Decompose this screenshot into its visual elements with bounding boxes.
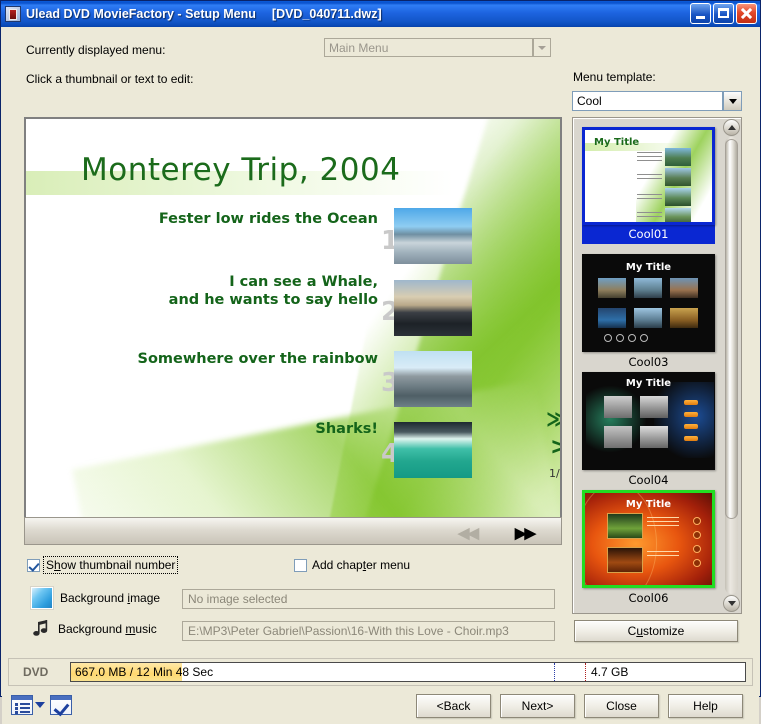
background-image-label: Background image bbox=[60, 591, 161, 605]
scroll-up-arrow-icon bbox=[727, 125, 736, 130]
application-window: Ulead DVD MovieFactory - Setup Menu [DVD… bbox=[0, 0, 761, 724]
next-button[interactable]: Next> bbox=[500, 694, 575, 718]
chapter-text-2-line2[interactable]: and he wants to say hello bbox=[118, 292, 378, 309]
template-thumb-title: My Title bbox=[625, 378, 672, 389]
scroll-down-arrow-icon bbox=[727, 601, 736, 606]
capacity-marker-blue bbox=[554, 663, 556, 681]
template-caption-cool06: Cool06 bbox=[628, 591, 669, 605]
add-chapter-menu-label: Add chapter menu bbox=[312, 558, 411, 572]
next-button-icon[interactable]: > bbox=[550, 434, 560, 460]
close-button-footer[interactable]: Close bbox=[584, 694, 659, 718]
chapter-text-1[interactable]: Fester low rides the Ocean bbox=[118, 211, 378, 228]
disc-capacity-panel: DVD 667.0 MB / 12 Min 48 Sec 4.7 GB bbox=[8, 658, 753, 686]
chapter-text-4[interactable]: Sharks! bbox=[88, 421, 378, 438]
title-bar: Ulead DVD MovieFactory - Setup Menu [DVD… bbox=[1, 1, 760, 27]
close-button[interactable] bbox=[736, 3, 757, 24]
chapter-thumbnail-4[interactable] bbox=[394, 422, 472, 478]
chapter-thumbnail-1[interactable] bbox=[394, 208, 472, 264]
back-button[interactable]: <Back bbox=[416, 694, 491, 718]
template-caption-cool03: Cool03 bbox=[628, 355, 669, 369]
maximize-button[interactable] bbox=[713, 3, 734, 24]
window-controls bbox=[690, 3, 757, 24]
template-thumbnail-cool03[interactable]: My Title bbox=[582, 254, 715, 352]
music-note-icon[interactable] bbox=[30, 618, 52, 640]
page-indicator: 1/6 bbox=[549, 467, 560, 480]
chapter-text-2-line1[interactable]: I can see a Whale, bbox=[118, 274, 378, 291]
template-thumbnail-cool04[interactable]: My Title bbox=[582, 372, 715, 470]
menu-canvas[interactable]: Monterey Trip, 2004 Fester low rides the… bbox=[26, 119, 560, 543]
template-thumbnail-cool01[interactable]: My Title bbox=[582, 127, 715, 225]
template-item-cool03[interactable]: My Title Cool03 bbox=[582, 254, 715, 369]
show-thumbnail-number-checkbox[interactable] bbox=[27, 558, 40, 572]
list-menu-icon[interactable] bbox=[11, 695, 33, 715]
show-thumbnail-number-label: Show thumbnail number bbox=[42, 556, 179, 574]
menu-template-combobox[interactable]: Cool bbox=[572, 91, 723, 111]
template-thumb-title: My Title bbox=[625, 499, 672, 510]
chapter-text-3[interactable]: Somewhere over the rainbow bbox=[88, 351, 378, 368]
scrollbar-thumb[interactable] bbox=[725, 139, 738, 519]
template-item-cool04[interactable]: My Title Cool04 bbox=[582, 372, 715, 487]
background-image-row[interactable]: Background image bbox=[30, 586, 160, 610]
template-caption-cool01: Cool01 bbox=[582, 225, 715, 244]
background-music-label: Background music bbox=[58, 622, 157, 636]
scroll-down-button[interactable] bbox=[723, 595, 740, 612]
template-scrollbar[interactable] bbox=[723, 119, 740, 612]
disc-used-label: 667.0 MB / 12 Min 48 Sec bbox=[75, 665, 214, 679]
preview-prev-button[interactable]: ◀◀ bbox=[458, 524, 479, 542]
template-gallery-panel: My Title Cool01 My Title Cool03 My Title… bbox=[572, 117, 742, 614]
add-chapter-menu-row[interactable]: Add chapter menu bbox=[294, 558, 410, 572]
help-button[interactable]: Help bbox=[668, 694, 743, 718]
checkbox-icon[interactable] bbox=[50, 695, 72, 717]
template-item-cool01[interactable]: My Title Cool01 bbox=[582, 127, 715, 244]
template-thumb-title: My Title bbox=[625, 262, 672, 273]
chapter-thumbnail-3[interactable] bbox=[394, 351, 472, 407]
next-page-button-icon[interactable]: ≫| bbox=[546, 407, 560, 431]
preview-next-button[interactable]: ▶▶ bbox=[515, 524, 536, 542]
window-title: Ulead DVD MovieFactory - Setup Menu bbox=[26, 7, 256, 21]
app-icon bbox=[5, 6, 21, 22]
background-music-field[interactable]: E:\MP3\Peter Gabriel\Passion\16-With thi… bbox=[182, 621, 555, 641]
chapter-thumbnail-2[interactable] bbox=[394, 280, 472, 336]
thumb-photo bbox=[665, 168, 691, 186]
scroll-up-button[interactable] bbox=[723, 119, 740, 136]
menu-title-text[interactable]: Monterey Trip, 2004 bbox=[81, 152, 400, 188]
chevron-down-icon[interactable] bbox=[35, 702, 45, 708]
edit-hint-label: Click a thumbnail or text to edit: bbox=[26, 72, 194, 86]
disc-capacity-bar: 667.0 MB / 12 Min 48 Sec 4.7 GB bbox=[70, 662, 746, 682]
image-icon[interactable] bbox=[30, 586, 54, 610]
check-mark bbox=[53, 699, 70, 717]
menu-template-label: Menu template: bbox=[573, 70, 656, 84]
current-menu-dropdown-button[interactable] bbox=[533, 38, 551, 57]
thumb-photo bbox=[665, 208, 691, 222]
client-area: Currently displayed menu: Click a thumbn… bbox=[2, 28, 759, 724]
background-image-field[interactable]: No image selected bbox=[182, 589, 555, 609]
template-caption-cool04: Cool04 bbox=[628, 473, 669, 487]
disc-total-label: 4.7 GB bbox=[591, 665, 629, 679]
capacity-marker-red bbox=[585, 663, 587, 681]
current-menu-label: Currently displayed menu: bbox=[26, 43, 166, 57]
chevron-down-icon bbox=[728, 98, 737, 104]
menu-template-dropdown-button[interactable] bbox=[723, 91, 742, 111]
thumb-photo bbox=[665, 188, 691, 206]
chevron-down-icon bbox=[538, 45, 546, 50]
template-item-cool06[interactable]: My Title Cool06 bbox=[582, 490, 715, 605]
template-thumb-title: My Title bbox=[594, 137, 640, 148]
menu-preview-panel[interactable]: Monterey Trip, 2004 Fester low rides the… bbox=[24, 117, 562, 545]
template-thumbnail-cool06[interactable]: My Title bbox=[582, 490, 715, 588]
add-chapter-menu-checkbox[interactable] bbox=[294, 558, 307, 572]
preview-toolbar: ◀◀ ▶▶ bbox=[24, 517, 562, 545]
customize-button[interactable]: Cu stomize bbox=[574, 620, 738, 642]
show-thumbnail-number-row[interactable]: Show thumbnail number bbox=[27, 556, 179, 574]
background-music-row[interactable]: Background music bbox=[30, 618, 157, 640]
template-list[interactable]: My Title Cool01 My Title Cool03 My Title… bbox=[574, 119, 722, 612]
thumb-photo bbox=[665, 148, 691, 166]
window-filename: [DVD_040711.dwz] bbox=[271, 7, 382, 21]
current-menu-combobox[interactable]: Main Menu bbox=[324, 38, 533, 57]
disc-type-label: DVD bbox=[23, 665, 49, 679]
minimize-button[interactable] bbox=[690, 3, 711, 24]
